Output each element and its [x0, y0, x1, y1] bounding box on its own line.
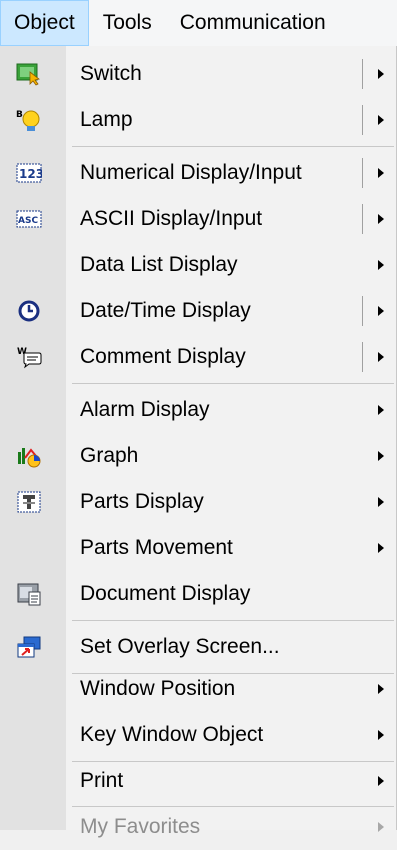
menu-item-alarm-display[interactable]: Alarm Display — [0, 387, 396, 433]
menu-item-window-position[interactable]: Window Position — [0, 666, 396, 712]
lamp-icon: B — [16, 108, 42, 132]
overlay-screen-icon — [16, 635, 42, 659]
menu-separator — [72, 146, 394, 147]
object-dropdown-menu: Switch B Lamp 123 Numerical Display/Inpu… — [0, 46, 397, 838]
submenu-arrow-icon — [378, 115, 384, 125]
menu-item-label: Window Position — [80, 677, 236, 700]
submenu-arrow-icon — [378, 684, 384, 694]
menu-item-label: Numerical Display/Input — [80, 161, 302, 184]
menu-item-comment-display[interactable]: W Comment Display — [0, 334, 396, 380]
menu-item-label: Date/Time Display — [80, 299, 251, 322]
submenu-arrow-icon — [378, 306, 384, 316]
submenu-arrow-icon — [378, 822, 384, 832]
menu-separator — [72, 620, 394, 621]
submenu-arrow-icon — [378, 405, 384, 415]
menu-item-parts-display[interactable]: Parts Display — [0, 479, 396, 525]
svg-text:ASC: ASC — [18, 216, 38, 226]
submenu-arrow-icon — [378, 352, 384, 362]
menu-item-label: My Favorites — [80, 815, 201, 838]
submenu-divider — [362, 204, 363, 234]
menu-item-label: Key Window Object — [80, 723, 264, 746]
menu-item-switch[interactable]: Switch — [0, 51, 396, 97]
submenu-divider — [362, 105, 363, 135]
menu-item-label: Graph — [80, 444, 139, 467]
menu-item-label: Set Overlay Screen... — [80, 635, 280, 658]
menu-item-date-time-display[interactable]: Date/Time Display — [0, 288, 396, 334]
menu-item-graph[interactable]: Graph — [0, 433, 396, 479]
submenu-arrow-icon — [378, 776, 384, 786]
menu-item-key-window-object[interactable]: Key Window Object — [0, 712, 396, 758]
submenu-arrow-icon — [378, 497, 384, 507]
menu-communication[interactable]: Communication — [166, 0, 340, 46]
submenu-divider — [362, 158, 363, 188]
menu-item-label: Alarm Display — [80, 398, 210, 421]
switch-icon — [16, 62, 42, 86]
ascii-icon: ASC — [16, 207, 42, 231]
menu-item-my-favorites: My Favorites — [0, 804, 396, 850]
menu-item-document-display[interactable]: Document Display — [0, 571, 396, 617]
menu-item-parts-movement[interactable]: Parts Movement — [0, 525, 396, 571]
graph-icon — [16, 444, 42, 468]
menu-tools[interactable]: Tools — [89, 0, 166, 46]
parts-icon — [16, 490, 42, 514]
menu-item-label: Switch — [80, 62, 142, 85]
submenu-arrow-icon — [378, 543, 384, 553]
submenu-arrow-icon — [378, 168, 384, 178]
menu-item-print[interactable]: Print — [0, 758, 396, 804]
menu-item-ascii-display-input[interactable]: ASC ASCII Display/Input — [0, 196, 396, 242]
menu-item-label: Data List Display — [80, 253, 238, 276]
menu-item-label: Lamp — [80, 108, 133, 131]
comment-icon: W — [16, 345, 42, 369]
clock-icon — [16, 299, 42, 323]
menu-item-label: Document Display — [80, 582, 251, 605]
menu-object[interactable]: Object — [0, 0, 89, 46]
menu-item-numerical-display-input[interactable]: 123 Numerical Display/Input — [0, 150, 396, 196]
submenu-divider — [362, 342, 363, 372]
submenu-arrow-icon — [378, 69, 384, 79]
submenu-arrow-icon — [378, 730, 384, 740]
numeric-123-icon: 123 — [16, 161, 42, 185]
menu-item-label: Comment Display — [80, 345, 246, 368]
menu-item-label: Parts Movement — [80, 536, 233, 559]
submenu-arrow-icon — [378, 214, 384, 224]
menu-item-label: Print — [80, 769, 124, 792]
menu-separator — [72, 383, 394, 384]
submenu-arrow-icon — [378, 260, 384, 270]
menu-item-label: Parts Display — [80, 490, 204, 513]
submenu-arrow-icon — [378, 451, 384, 461]
menu-item-data-list-display[interactable]: Data List Display — [0, 242, 396, 288]
document-icon — [16, 582, 42, 606]
submenu-divider — [362, 59, 363, 89]
menu-item-set-overlay-screen[interactable]: Set Overlay Screen... — [0, 624, 396, 670]
svg-text:123: 123 — [19, 167, 42, 181]
menu-bar: Object Tools Communication — [0, 0, 397, 46]
svg-text:B: B — [16, 110, 23, 120]
menu-item-lamp[interactable]: B Lamp — [0, 97, 396, 143]
submenu-divider — [362, 296, 363, 326]
menu-item-label: ASCII Display/Input — [80, 207, 263, 230]
